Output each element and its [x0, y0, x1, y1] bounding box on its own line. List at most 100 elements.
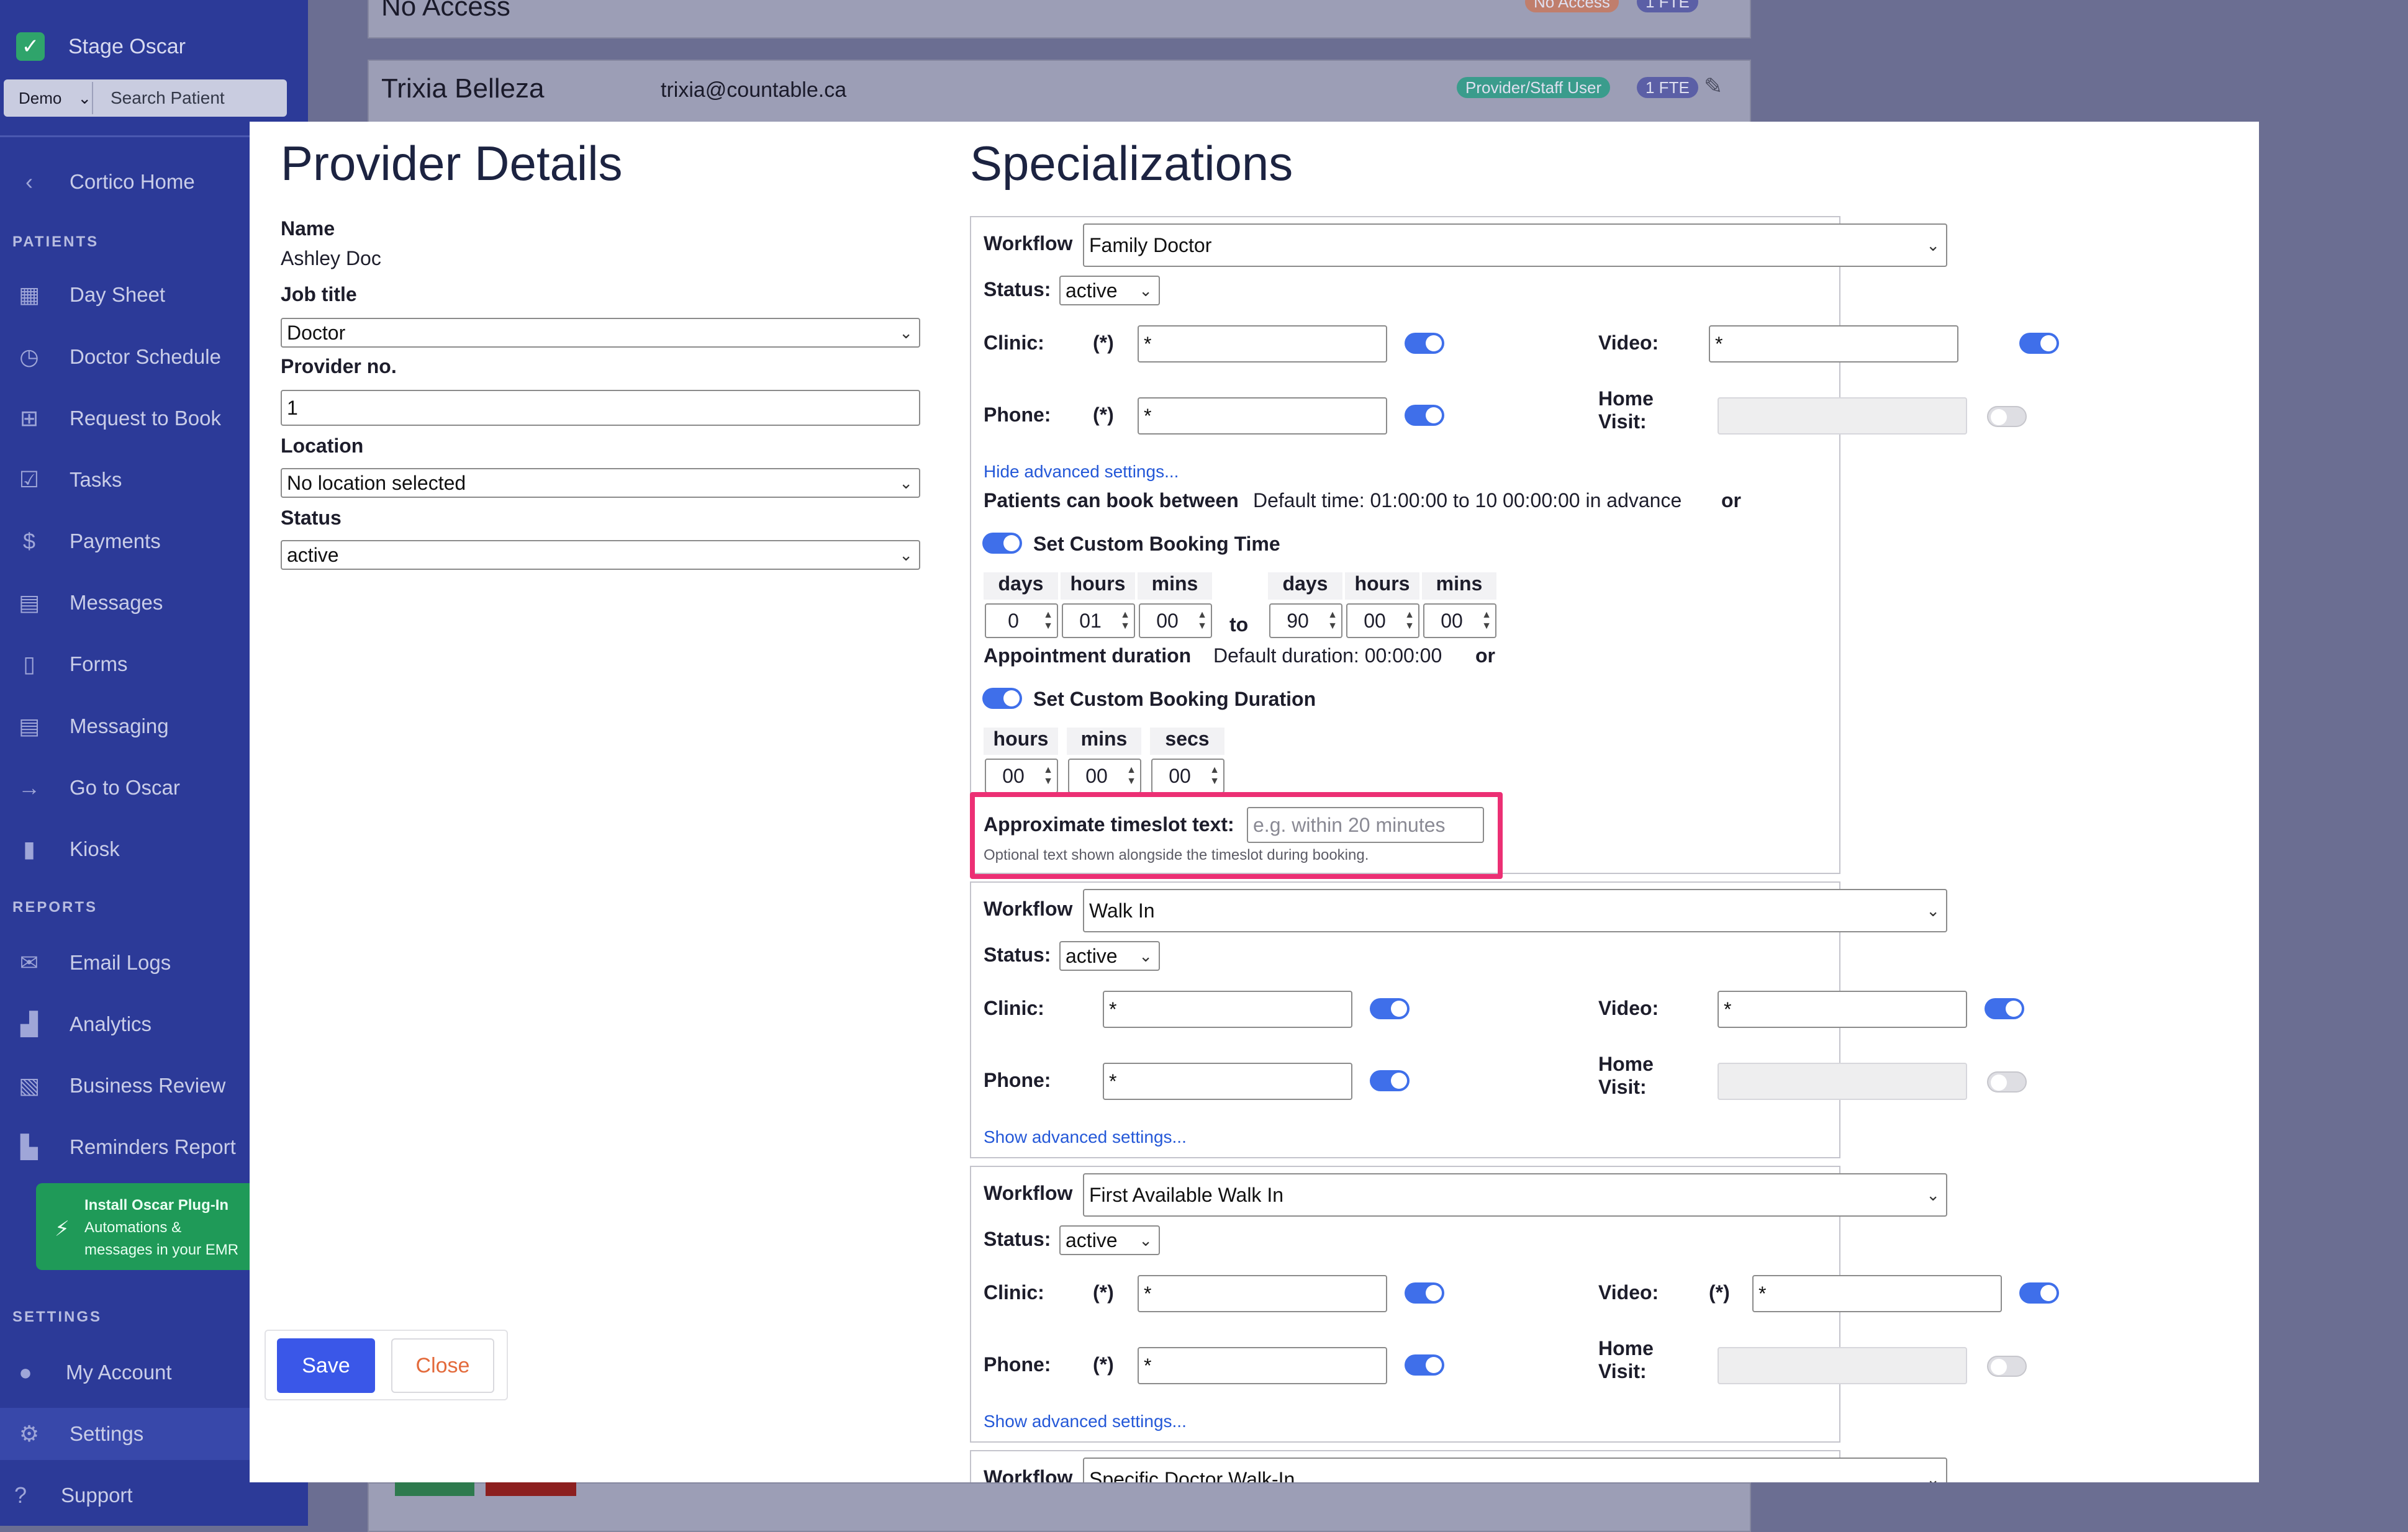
- home-visit-input: [1718, 397, 1967, 435]
- phone-toggle[interactable]: [1370, 1070, 1410, 1091]
- workflow-value: Specific Doctor Walk-In: [1089, 1467, 1295, 1483]
- brand[interactable]: ✓ Stage Oscar: [16, 32, 186, 61]
- duration-mins-stepper[interactable]: 00 ▲ ▼: [1068, 759, 1141, 793]
- sidebar-item-settings[interactable]: ⚙ Settings: [16, 1421, 143, 1447]
- clinic-input[interactable]: *: [1103, 991, 1352, 1028]
- job-title-select[interactable]: Doctor ⌄: [281, 318, 920, 348]
- provider-no-input[interactable]: 1: [281, 390, 920, 426]
- workflow-label: Workflow: [984, 898, 1073, 920]
- video-input[interactable]: *: [1709, 325, 1958, 363]
- status-select[interactable]: active ⌄: [1059, 276, 1160, 305]
- sidebar-item-request-to-book[interactable]: ⊞ Request to Book: [16, 405, 221, 431]
- workflow-label: Workflow: [984, 232, 1073, 255]
- to-hours-stepper[interactable]: 00 ▲ ▼: [1346, 603, 1419, 638]
- sidebar-item-email-logs[interactable]: ✉ Email Logs: [16, 950, 171, 976]
- sidebar-item-day-sheet[interactable]: ▦ Day Sheet: [16, 282, 165, 308]
- phone-input[interactable]: *: [1103, 1063, 1352, 1100]
- home-visit-toggle[interactable]: [1987, 1071, 2027, 1093]
- stepper-arrows-icon[interactable]: ▲ ▼: [1210, 765, 1220, 787]
- chevron-down-icon: ⌄: [1926, 901, 1940, 920]
- timeslot-text-input[interactable]: e.g. within 20 minutes: [1247, 807, 1484, 843]
- save-button[interactable]: Save: [277, 1338, 375, 1393]
- sidebar-item-analytics[interactable]: ▟ Analytics: [16, 1011, 152, 1037]
- sidebar-item-label: Settings: [70, 1422, 144, 1445]
- tablet-icon: ▮: [23, 836, 35, 862]
- from-mins-stepper[interactable]: 00 ▲ ▼: [1139, 603, 1212, 638]
- location-select[interactable]: No location selected ⌄: [281, 468, 920, 498]
- sidebar-item-doctor-schedule[interactable]: ◷ Doctor Schedule: [16, 344, 221, 370]
- custom-booking-time-toggle[interactable]: [982, 533, 1022, 554]
- sidebar-item-messaging[interactable]: ▤ Messaging: [16, 713, 169, 739]
- cortico-home-icon: ‹: [25, 169, 33, 194]
- workflow-select[interactable]: Specific Doctor Walk-In ⌄: [1083, 1458, 1947, 1482]
- sidebar-item-home[interactable]: ‹ Cortico Home: [16, 169, 195, 195]
- org-select[interactable]: Demo ⌄: [6, 82, 93, 114]
- mins-header: mins: [1067, 728, 1141, 755]
- sidebar-item-payments[interactable]: $ Payments: [16, 528, 161, 554]
- sidebar-item-tasks[interactable]: ☑ Tasks: [16, 467, 122, 493]
- sidebar-item-reminders-report[interactable]: ▙ Reminders Report: [16, 1134, 236, 1160]
- sidebar-item-messages[interactable]: ▤ Messages: [16, 590, 163, 616]
- status-select[interactable]: active ⌄: [281, 540, 920, 570]
- from-hours-stepper[interactable]: 01 ▲ ▼: [1062, 603, 1135, 638]
- clinic-toggle[interactable]: [1370, 998, 1410, 1019]
- bg-fte-badge: 1 FTE: [1637, 77, 1698, 98]
- show-advanced-settings-link[interactable]: Show advanced settings...: [984, 1412, 1187, 1431]
- from-days-stepper[interactable]: 0 ▲ ▼: [985, 603, 1058, 638]
- stepper-arrows-icon[interactable]: ▲ ▼: [1405, 610, 1414, 632]
- clinic-toggle[interactable]: [1405, 333, 1444, 354]
- sidebar-item-support[interactable]: ? Support: [7, 1482, 133, 1508]
- video-toggle[interactable]: [2019, 333, 2059, 354]
- home-visit-toggle[interactable]: [1987, 1356, 2027, 1377]
- sidebar-item-label: Payments: [70, 529, 161, 552]
- patient-search-input[interactable]: Search Patient: [111, 88, 225, 108]
- video-input[interactable]: *: [1752, 1275, 2002, 1312]
- close-button[interactable]: Close: [391, 1338, 494, 1393]
- sidebar-item-kiosk[interactable]: ▮ Kiosk: [16, 836, 120, 862]
- clinic-toggle[interactable]: [1405, 1282, 1444, 1304]
- stepper-arrows-icon[interactable]: ▲ ▼: [1043, 765, 1053, 787]
- stepper-arrows-icon[interactable]: ▲ ▼: [1126, 765, 1136, 787]
- home-visit-toggle[interactable]: [1987, 406, 2027, 427]
- stepper-value: 00: [1169, 764, 1191, 787]
- chevron-down-icon: ⌄: [78, 88, 92, 107]
- phone-toggle[interactable]: [1405, 405, 1444, 426]
- workflow-select[interactable]: First Available Walk In ⌄: [1083, 1173, 1947, 1217]
- video-toggle[interactable]: [1985, 998, 2024, 1019]
- video-input[interactable]: *: [1718, 991, 1967, 1028]
- stepper-arrows-icon[interactable]: ▲ ▼: [1120, 610, 1130, 632]
- duration-secs-stepper[interactable]: 00 ▲ ▼: [1151, 759, 1224, 793]
- to-mins-stepper[interactable]: 00 ▲ ▼: [1423, 603, 1496, 638]
- workflow-select[interactable]: Walk In ⌄: [1083, 889, 1947, 932]
- appointment-duration-label: Appointment duration: [984, 644, 1192, 667]
- chevron-down-icon: ⌄: [1139, 281, 1152, 300]
- phone-input[interactable]: *: [1138, 397, 1387, 435]
- stepper-value: 00: [1156, 609, 1179, 632]
- to-days-stepper[interactable]: 90 ▲ ▼: [1269, 603, 1342, 638]
- custom-duration-toggle[interactable]: [982, 688, 1022, 709]
- status-value: active: [1066, 1228, 1118, 1251]
- clinic-input[interactable]: *: [1138, 1275, 1387, 1312]
- hide-advanced-settings-link[interactable]: Hide advanced settings...: [984, 462, 1179, 482]
- phone-toggle[interactable]: [1405, 1354, 1444, 1376]
- phone-input[interactable]: *: [1138, 1347, 1387, 1384]
- workflow-select[interactable]: Family Doctor ⌄: [1083, 223, 1947, 267]
- stepper-arrows-icon[interactable]: ▲ ▼: [1482, 610, 1491, 632]
- status-select[interactable]: active ⌄: [1059, 941, 1160, 971]
- stepper-arrows-icon[interactable]: ▲ ▼: [1328, 610, 1338, 632]
- clinic-input[interactable]: *: [1138, 325, 1387, 363]
- sidebar-item-forms[interactable]: ▯ Forms: [16, 651, 127, 677]
- sidebar-item-business-review[interactable]: ▧ Business Review: [16, 1073, 225, 1099]
- video-toggle[interactable]: [2019, 1282, 2059, 1304]
- sidebar-item-my-account[interactable]: ● My Account: [12, 1359, 171, 1386]
- show-advanced-settings-link[interactable]: Show advanced settings...: [984, 1127, 1187, 1147]
- edit-icon[interactable]: ✎: [1704, 73, 1722, 99]
- sidebar-item-go-to-oscar[interactable]: → Go to Oscar: [16, 775, 180, 801]
- status-select[interactable]: active ⌄: [1059, 1225, 1160, 1255]
- stepper-arrows-icon[interactable]: ▲ ▼: [1197, 610, 1207, 632]
- bar-chart-icon: ▟: [20, 1011, 38, 1037]
- bg-row-name: Trixia Belleza: [381, 73, 545, 104]
- workflow-label: Workflow: [984, 1466, 1073, 1482]
- stepper-arrows-icon[interactable]: ▲ ▼: [1043, 610, 1053, 632]
- duration-hours-stepper[interactable]: 00 ▲ ▼: [985, 759, 1058, 793]
